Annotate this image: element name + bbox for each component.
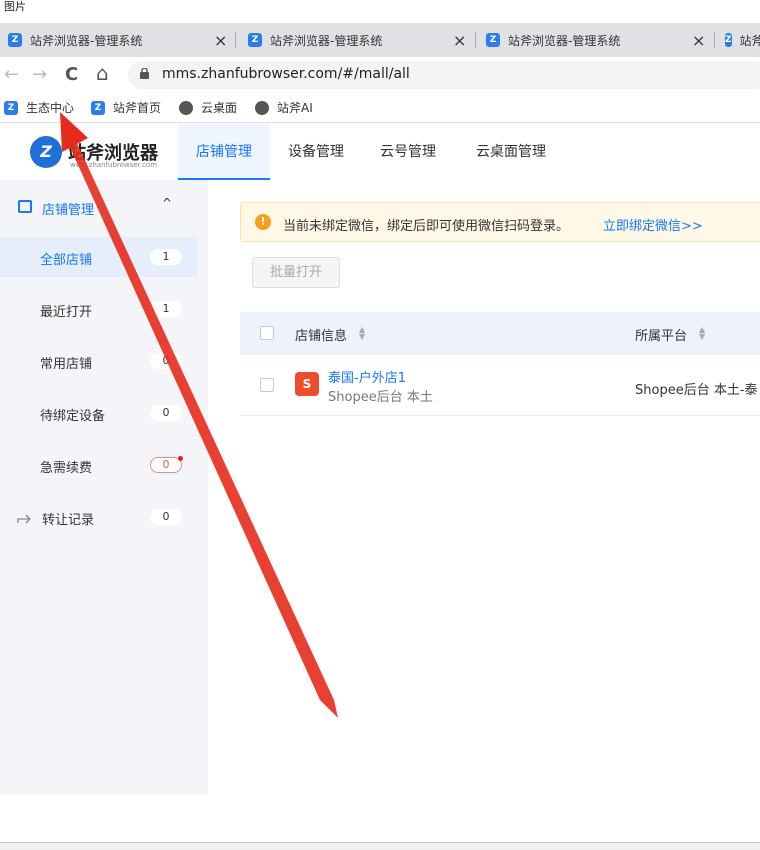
sort-icon[interactable]: ▲ ▼ [359, 326, 365, 341]
logo-mark-icon: Z [30, 136, 62, 168]
count-badge: 1 [150, 301, 182, 317]
tab-device-management[interactable]: 设备管理 [288, 124, 344, 180]
shopee-icon: S [295, 372, 319, 396]
sidebar-section-shop-management[interactable]: 店铺管理 ^ [0, 180, 208, 234]
table-header: 店铺信息 ▲ ▼ 所属平台 ▲ ▼ [240, 312, 760, 355]
shop-name-link[interactable]: 泰国-户外店1 [328, 367, 406, 386]
row-checkbox[interactable] [260, 378, 274, 392]
app-header: Z 站斧浏览器 www.zhanfubrowser.com 店铺管理 设备管理 … [0, 124, 760, 180]
bookmark-label: 生态中心 [26, 101, 75, 115]
batch-open-button[interactable]: 批量打开 [252, 257, 340, 288]
sidebar-item-label: 最近打开 [40, 305, 93, 320]
bookmark-item[interactable]: Z 生态中心 [4, 99, 74, 116]
brand-logo[interactable]: Z 站斧浏览器 www.zhanfubrowser.com [30, 136, 158, 169]
app-favicon-icon: Z [248, 33, 262, 47]
sidebar-item-recent[interactable]: 最近打开 1 [0, 289, 198, 329]
notification-dot [178, 456, 183, 461]
globe-icon [255, 100, 269, 115]
sidebar-item-favorites[interactable]: 常用店铺 0 [0, 341, 198, 381]
count-badge: 0 [150, 509, 182, 525]
image-caption: 图片 [4, 0, 26, 13]
tab-title: 站斧浏览器-管理系统 [30, 33, 143, 48]
browser-tab[interactable]: Z 站斧浏览器-管理系统 × [476, 23, 714, 57]
app-favicon-icon: Z [8, 33, 22, 47]
lock-icon [140, 68, 149, 79]
warning-icon: ! [255, 214, 271, 230]
sidebar-item-label: 转让记录 [42, 513, 95, 528]
column-header-platform[interactable]: 所属平台 [635, 325, 687, 344]
url-text: mms.zhanfubrowser.com/#/mall/all [162, 66, 410, 82]
app-icon: Z [91, 100, 105, 115]
browser-tab-strip: Z 站斧浏览器-管理系统 × Z 站斧浏览器-管理系统 × Z 站斧浏览器-管理… [0, 23, 760, 57]
forward-arrow-icon[interactable]: → [32, 64, 47, 85]
wechat-bind-alert: ! 当前未绑定微信，绑定后即可使用微信扫码登录。 立即绑定微信>> [240, 202, 760, 242]
tab-shop-management[interactable]: 店铺管理 [178, 124, 270, 180]
address-bar[interactable]: mms.zhanfubrowser.com/#/mall/all [128, 61, 760, 89]
sidebar-item-all-shops[interactable]: 全部店铺 1 [0, 237, 198, 277]
bookmark-item[interactable]: 云桌面 [179, 99, 237, 116]
sidebar-item-label: 急需续费 [40, 461, 93, 476]
alert-text: 当前未绑定微信，绑定后即可使用微信扫码登录。 [283, 219, 570, 234]
sidebar-item-transfer-records[interactable]: 转让记录 0 [0, 497, 198, 537]
sidebar-item-label: 待绑定设备 [40, 409, 106, 424]
column-header-shop-info[interactable]: 店铺信息 [295, 325, 347, 344]
sidebar-item-label: 常用店铺 [40, 357, 93, 372]
tab-title: 站斧 [739, 33, 760, 48]
bind-wechat-link[interactable]: 立即绑定微信>> [603, 215, 703, 234]
app-favicon-icon: Z [725, 33, 732, 47]
tab-cloud-account-management[interactable]: 云号管理 [380, 124, 436, 180]
count-badge: 0 [150, 405, 182, 421]
close-icon[interactable]: × [453, 31, 466, 50]
app-icon: Z [4, 100, 18, 115]
bookmark-label: 站斧AI [277, 101, 313, 115]
browser-tab[interactable]: Z 站斧浏览器-管理系统 × [236, 23, 474, 57]
main-content: ! 当前未绑定微信，绑定后即可使用微信扫码登录。 立即绑定微信>> 批量打开 店… [208, 180, 760, 794]
taskbar-fragment [0, 842, 760, 850]
sidebar-item-renewal[interactable]: 急需续费 0 [0, 445, 198, 485]
sidebar-section-title: 店铺管理 [42, 203, 95, 218]
bookmark-item[interactable]: Z 站斧首页 [91, 99, 161, 116]
home-icon[interactable]: ⌂ [96, 61, 109, 85]
chevron-up-icon[interactable]: ^ [162, 196, 172, 210]
globe-icon [179, 100, 193, 115]
reload-icon[interactable]: C [65, 64, 78, 85]
store-icon [18, 200, 32, 213]
brand-subtitle: www.zhanfubrowser.com [70, 161, 158, 169]
table-row[interactable]: S 泰国-户外店1 Shopee后台 本土 Shopee后台 本土-泰 [240, 355, 760, 416]
close-icon[interactable]: × [692, 31, 705, 50]
bookmark-item[interactable]: 站斧AI [255, 99, 313, 116]
sort-icon[interactable]: ▲ ▼ [699, 326, 705, 341]
shop-platform: Shopee后台 本土-泰 [635, 383, 758, 398]
bookmark-label: 站斧首页 [113, 101, 162, 115]
browser-toolbar: ← → C ⌂ mms.zhanfubrowser.com/#/mall/all [0, 57, 760, 93]
sidebar: 店铺管理 ^ 全部店铺 1 最近打开 1 常用店铺 0 待绑定设备 0 急需续费… [0, 180, 208, 794]
sidebar-item-pending-device[interactable]: 待绑定设备 0 [0, 393, 198, 433]
app-favicon-icon: Z [486, 33, 500, 47]
count-badge: 0 [150, 353, 182, 369]
share-icon [17, 514, 31, 524]
tab-title: 站斧浏览器-管理系统 [270, 33, 383, 48]
sidebar-item-label: 全部店铺 [40, 253, 93, 268]
tab-title: 站斧浏览器-管理系统 [508, 33, 621, 48]
close-icon[interactable]: × [214, 31, 227, 50]
shop-subtitle: Shopee后台 本土 [328, 390, 433, 405]
browser-tab[interactable]: Z 站斧 [715, 23, 760, 57]
tab-cloud-desktop-management[interactable]: 云桌面管理 [476, 124, 546, 180]
bookmark-label: 云桌面 [201, 101, 238, 115]
browser-tab[interactable]: Z 站斧浏览器-管理系统 × [0, 23, 234, 57]
back-arrow-icon[interactable]: ← [4, 64, 19, 85]
count-badge: 1 [150, 249, 182, 265]
select-all-checkbox[interactable] [260, 326, 274, 340]
bookmarks-bar: Z 生态中心 Z 站斧首页 云桌面 站斧AI [0, 93, 760, 123]
